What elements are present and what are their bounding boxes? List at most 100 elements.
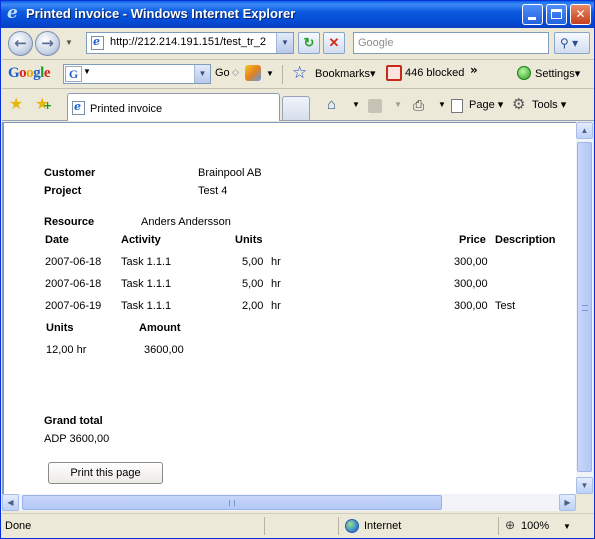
row-3-date: 2007-06-19: [45, 300, 102, 312]
maximize-button[interactable]: [546, 4, 567, 25]
row-1-date: 2007-06-18: [45, 256, 102, 268]
google-g-dropdown-icon[interactable]: ▼: [83, 67, 91, 76]
stop-button[interactable]: ✕: [323, 32, 345, 54]
resource-value: Anders Andersson: [141, 216, 231, 228]
toolbar-divider: [282, 65, 283, 84]
feed-dropdown-icon[interactable]: ▼: [394, 96, 402, 114]
settings-icon[interactable]: [517, 66, 531, 80]
project-label: Project: [44, 185, 82, 197]
row-3-unit: hr: [271, 300, 281, 312]
puzzle-icon[interactable]: [245, 65, 261, 81]
scroll-down-icon[interactable]: ▼: [576, 477, 593, 494]
zoom-level[interactable]: 100%: [521, 520, 549, 532]
page-menu-button[interactable]: Page ▾: [469, 96, 503, 114]
more-tools-button[interactable]: »: [470, 63, 478, 77]
column-header-activity: Activity: [121, 234, 161, 246]
tab-favicon-icon: [72, 100, 85, 115]
bookmarks-button[interactable]: Bookmarks▾: [315, 67, 376, 80]
settings-button[interactable]: Settings▾: [535, 67, 580, 80]
page-favicon-icon: [91, 35, 104, 50]
favorites-star-icon[interactable]: ★: [9, 94, 23, 114]
address-dropdown-icon[interactable]: ▼: [276, 33, 293, 53]
home-icon[interactable]: ⌂: [327, 96, 343, 114]
address-text[interactable]: http://212.214.191.151/test_tr_2: [110, 36, 275, 48]
tab-row: ★ ★ Printed invoice ⌂ ▼ ▼ ⎙ ▼ Page ▾ ⚙ T…: [2, 90, 594, 121]
invoice-document: Customer Brainpool AB Project Test 4 Res…: [4, 123, 576, 494]
row-2-activity: Task 1.1.1: [121, 278, 172, 290]
google-logo: Google: [8, 65, 51, 81]
google-search-input[interactable]: G ▼ ▼: [63, 64, 211, 84]
search-input[interactable]: Google: [353, 32, 549, 54]
grip-icon: [582, 305, 588, 311]
close-icon: ✕: [575, 7, 586, 21]
google-g-icon[interactable]: G: [65, 66, 82, 82]
column-header-units: Units: [235, 234, 263, 246]
address-field[interactable]: http://212.214.191.151/test_tr_2 ▼: [86, 32, 294, 54]
forward-button[interactable]: →: [35, 31, 60, 56]
minimize-button[interactable]: [522, 4, 543, 25]
print-icon[interactable]: ⎙: [413, 96, 431, 114]
vertical-scroll-thumb[interactable]: [577, 142, 592, 472]
popup-blocked-count[interactable]: 446 blocked: [405, 67, 464, 79]
resource-label: Resource: [44, 216, 95, 228]
google-search-dropdown-icon[interactable]: ▼: [194, 65, 210, 83]
home-dropdown-icon[interactable]: ▼: [352, 96, 360, 114]
refresh-icon: ↻: [303, 35, 315, 50]
horizontal-scrollbar[interactable]: ◀ ▶: [2, 494, 576, 511]
print-page-button[interactable]: Print this page: [48, 462, 163, 484]
back-button[interactable]: ←: [8, 31, 33, 56]
recent-pages-dropdown-icon[interactable]: ▼: [65, 38, 73, 47]
row-3-activity: Task 1.1.1: [121, 300, 172, 312]
security-zone[interactable]: Internet: [364, 520, 401, 532]
scroll-right-icon[interactable]: ▶: [559, 494, 576, 511]
grand-total-label: Grand total: [44, 415, 103, 427]
summary-units-value: 12,00 hr: [46, 344, 87, 356]
summary-amount-value: 3600,00: [144, 344, 184, 356]
row-2-date: 2007-06-18: [45, 278, 102, 290]
scroll-corner: [576, 494, 593, 511]
feed-icon[interactable]: [368, 99, 382, 113]
column-header-description: Description: [495, 234, 556, 246]
title-bar: e Printed invoice - Windows Internet Exp…: [1, 1, 594, 28]
refresh-button[interactable]: ↻: [298, 32, 320, 54]
row-1-price: 300,00: [454, 256, 488, 268]
close-button[interactable]: ✕: [570, 4, 591, 25]
status-divider: [338, 517, 339, 535]
page-icon[interactable]: [451, 99, 463, 113]
column-header-date: Date: [45, 234, 69, 246]
address-bar-row: ← → ▼ http://212.214.191.151/test_tr_2 ▼…: [2, 28, 594, 60]
grip-icon: [229, 500, 235, 506]
stop-icon: ✕: [328, 35, 340, 50]
horizontal-scroll-thumb[interactable]: [22, 495, 442, 510]
search-placeholder: Google: [358, 37, 394, 49]
resize-arrows-icon[interactable]: ◇: [232, 67, 239, 78]
search-icon: ⚲ ▾: [560, 36, 579, 50]
bookmarks-star-icon[interactable]: ☆: [292, 63, 307, 83]
google-go-button[interactable]: Go: [215, 67, 230, 79]
google-toolbar: Google G ▼ ▼ Go ◇ ▼ ☆ Bookmarks▾ 446 blo…: [2, 61, 594, 89]
forward-icon: →: [41, 34, 54, 52]
zoom-icon[interactable]: ⊕: [505, 518, 515, 532]
print-dropdown-icon[interactable]: ▼: [438, 96, 446, 114]
add-favorite-icon[interactable]: ★: [35, 94, 53, 114]
zoom-dropdown-icon[interactable]: ▼: [563, 522, 571, 531]
puzzle-dropdown-icon[interactable]: ▼: [266, 69, 274, 78]
tab-label: Printed invoice: [90, 103, 163, 115]
scroll-up-icon[interactable]: ▲: [576, 122, 593, 139]
window-title: Printed invoice - Windows Internet Explo…: [26, 6, 296, 21]
customer-value: Brainpool AB: [198, 167, 262, 179]
summary-amount-label: Amount: [139, 322, 181, 334]
row-3-price: 300,00: [454, 300, 488, 312]
row-3-description: Test: [495, 300, 516, 312]
popup-blocker-icon[interactable]: [386, 65, 402, 81]
scroll-left-icon[interactable]: ◀: [2, 494, 19, 511]
tools-icon[interactable]: ⚙: [512, 96, 525, 114]
tab-printed-invoice[interactable]: Printed invoice: [67, 93, 280, 121]
customer-label: Customer: [44, 167, 96, 179]
row-1-units: 5,00: [242, 256, 264, 268]
new-tab-button[interactable]: [282, 96, 310, 120]
vertical-scrollbar[interactable]: ▲ ▼: [576, 122, 593, 494]
tools-menu-button[interactable]: Tools ▾: [532, 96, 566, 114]
maximize-icon: [551, 9, 562, 19]
search-button[interactable]: ⚲ ▾: [554, 32, 590, 54]
